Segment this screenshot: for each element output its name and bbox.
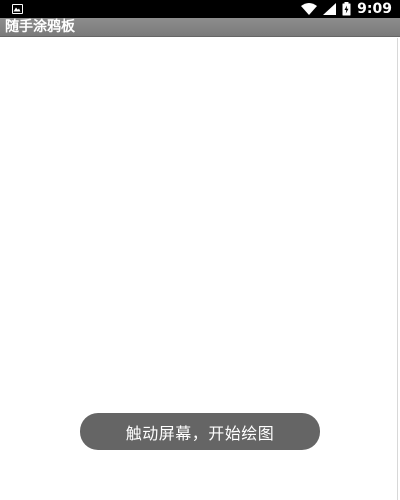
toast-message: 触动屏幕，开始绘图	[80, 413, 320, 450]
screen: 9:09 随手涂鸦板 触动屏幕，开始绘图	[0, 0, 400, 500]
app-title-bar: 随手涂鸦板	[0, 18, 400, 37]
notification-image-icon	[12, 4, 23, 14]
battery-charging-icon	[342, 2, 351, 16]
status-bar: 9:09	[0, 0, 400, 18]
signal-icon	[323, 3, 337, 15]
status-icons: 9:09	[301, 0, 392, 18]
app-title: 随手涂鸦板	[5, 19, 75, 35]
clock: 9:09	[357, 1, 392, 17]
wifi-icon	[301, 3, 318, 15]
